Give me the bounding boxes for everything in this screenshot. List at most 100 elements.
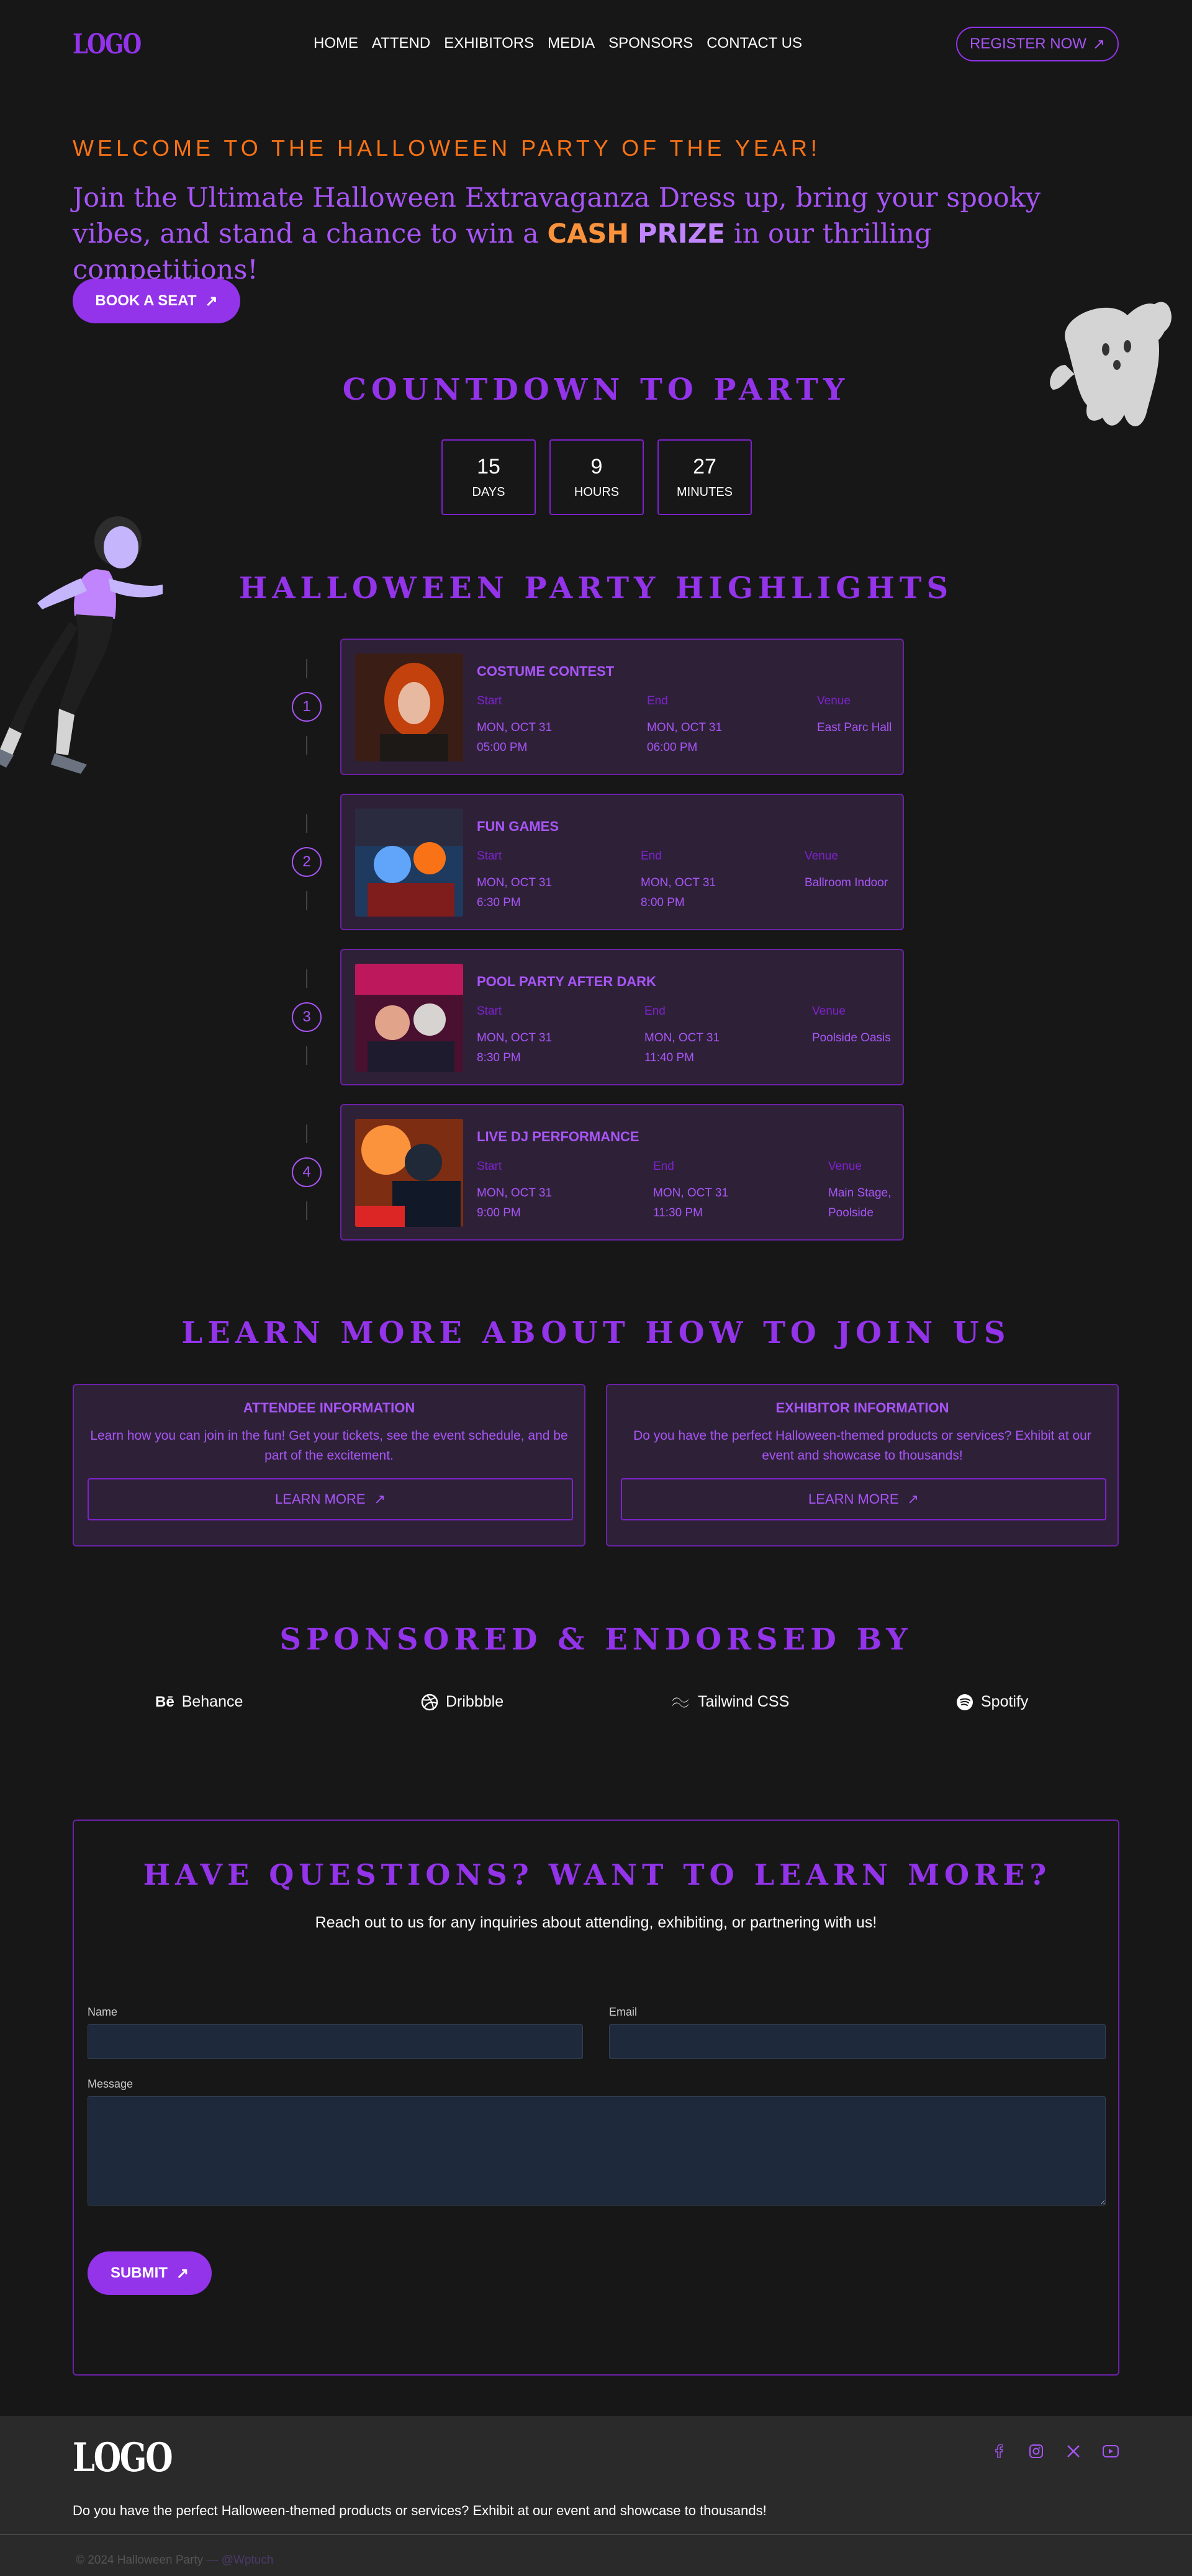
- nav-contact-us[interactable]: CONTACT US: [707, 35, 802, 52]
- start-date: MON, OCT 31: [477, 1031, 553, 1044]
- sponsor-behance[interactable]: Bē Behance: [155, 1693, 243, 1711]
- event-card[interactable]: POOL PARTY AFTER DARK Start MON, OCT 31 …: [340, 949, 904, 1085]
- timeline-line: [306, 736, 307, 755]
- x-icon[interactable]: [1065, 2443, 1081, 2459]
- countdown-title: COUNTDOWN TO PARTY: [342, 372, 850, 407]
- email-label: Email: [609, 2006, 638, 2018]
- end-label: End: [641, 850, 662, 863]
- venue-value: East Parc Hall: [817, 721, 892, 734]
- venue-label: Venue: [812, 1005, 846, 1018]
- end-time: 11:30 PM: [653, 1206, 703, 1219]
- event-photo: [355, 964, 463, 1072]
- facebook-icon[interactable]: [991, 2443, 1007, 2459]
- event-end: End MON, OCT 31 11:30 PM: [653, 1160, 728, 1223]
- tailwind-icon: [672, 1697, 689, 1707]
- end-label: End: [644, 1005, 666, 1018]
- event-start: Start MON, OCT 31 6:30 PM: [477, 850, 552, 913]
- event-title: FUN GAMES: [477, 819, 559, 834]
- venue-value: Ballroom Indoor: [805, 876, 888, 889]
- attendee-info-card: ATTENDEE INFORMATION Learn how you can j…: [73, 1384, 585, 1546]
- countdown: 15 DAYS 9 HOURS 27 MINUTES: [441, 439, 752, 515]
- hours-value: 9: [590, 455, 603, 478]
- learn-more-label: LEARN MORE: [808, 1491, 899, 1507]
- start-date: MON, OCT 31: [477, 1187, 553, 1200]
- zombie-girl-illustration: [0, 516, 163, 774]
- register-now-label: REGISTER NOW: [969, 35, 1086, 52]
- footer-divider: [0, 2534, 1192, 2535]
- start-label: Start: [477, 850, 502, 863]
- end-date: MON, OCT 31: [647, 721, 723, 734]
- event-start: Start MON, OCT 31 8:30 PM: [477, 1005, 552, 1068]
- nav-attend[interactable]: ATTEND: [372, 35, 430, 52]
- end-date: MON, OCT 31: [644, 1031, 720, 1044]
- event-photo: [355, 1119, 463, 1227]
- ghost-illustration: [1050, 302, 1172, 426]
- end-time: 06:00 PM: [647, 741, 698, 754]
- event-venue: Venue East Parc Hall: [817, 694, 898, 738]
- register-now-button[interactable]: REGISTER NOW ↗: [956, 27, 1119, 61]
- timeline-node: 3: [292, 1002, 322, 1032]
- timeline-line: [306, 659, 307, 678]
- event-end: End MON, OCT 31 8:00 PM: [641, 850, 716, 913]
- event-venue: Venue Main Stage, Poolside: [828, 1160, 896, 1223]
- instagram-icon[interactable]: [1028, 2443, 1044, 2459]
- sponsor-tailwind[interactable]: Tailwind CSS: [670, 1693, 789, 1711]
- nav-sponsors[interactable]: SPONSORS: [608, 35, 693, 52]
- timeline-line: [306, 891, 307, 910]
- event-start: Start MON, OCT 31 9:00 PM: [477, 1160, 552, 1223]
- submit-button[interactable]: SUBMIT ↗: [88, 2251, 212, 2295]
- nav-home[interactable]: HOME: [314, 35, 358, 52]
- venue-value: Poolside Oasis: [812, 1031, 891, 1044]
- timeline-line: [306, 969, 307, 988]
- nav-media[interactable]: MEDIA: [548, 35, 595, 52]
- arrow-up-right-icon: ↗: [907, 1491, 919, 1507]
- attendee-learn-more-button[interactable]: LEARN MORE ↗: [88, 1478, 573, 1520]
- brand-link[interactable]: — @Wptuch: [206, 2554, 273, 2567]
- start-date: MON, OCT 31: [477, 876, 553, 889]
- start-date: MON, OCT 31: [477, 721, 553, 734]
- highlights-title: HALLOWEEN PARTY HIGHLIGHTS: [238, 571, 954, 606]
- copyright-text: © 2024 Halloween Party: [76, 2554, 204, 2567]
- logo[interactable]: LOGO: [73, 29, 142, 60]
- start-label: Start: [477, 1160, 502, 1173]
- nav-exhibitors[interactable]: EXHIBITORS: [444, 35, 534, 52]
- name-label: Name: [88, 2006, 118, 2018]
- end-label: End: [647, 694, 668, 707]
- message-field[interactable]: [88, 2096, 1106, 2206]
- days-label: DAYS: [472, 485, 505, 499]
- submit-label: SUBMIT: [110, 2264, 168, 2281]
- event-title: LIVE DJ PERFORMANCE: [477, 1129, 639, 1144]
- exhibitor-learn-more-button[interactable]: LEARN MORE ↗: [621, 1478, 1106, 1520]
- timeline-line: [306, 1124, 307, 1143]
- book-a-seat-button[interactable]: BOOK A SEAT ↗: [73, 279, 240, 323]
- event-card[interactable]: COSTUME CONTEST Start MON, OCT 31 05:00 …: [340, 639, 904, 775]
- behance-icon: Bē: [155, 1693, 174, 1710]
- sponsor-name: Spotify: [981, 1693, 1029, 1710]
- sponsors-title: SPONSORED & ENDORSED BY: [279, 1622, 913, 1657]
- sponsor-dribbble[interactable]: Dribbble: [421, 1693, 503, 1711]
- sponsor-spotify[interactable]: Spotify: [956, 1693, 1028, 1711]
- event-end: End MON, OCT 31 06:00 PM: [647, 694, 722, 758]
- learn-more-label: LEARN MORE: [275, 1491, 366, 1507]
- timeline-line: [306, 814, 307, 833]
- event-venue: Venue Ballroom Indoor: [805, 850, 898, 893]
- footer-description: Do you have the perfect Halloween-themed…: [73, 2503, 767, 2518]
- start-label: Start: [477, 1005, 502, 1018]
- start-time: 05:00 PM: [477, 741, 528, 754]
- start-time: 9:00 PM: [477, 1206, 521, 1219]
- youtube-icon[interactable]: [1103, 2443, 1119, 2459]
- end-label: End: [653, 1160, 674, 1173]
- contact-section: HAVE QUESTIONS? WANT TO LEARN MORE? Reac…: [73, 1820, 1119, 2376]
- spotify-icon: [957, 1694, 973, 1710]
- event-card[interactable]: FUN GAMES Start MON, OCT 31 6:30 PM End …: [340, 794, 904, 930]
- venue-value: Main Stage, Poolside: [828, 1187, 892, 1219]
- cash-word: CASH: [547, 218, 630, 249]
- welcome-heading: WELCOME TO THE HALLOWEEN PARTY OF THE YE…: [73, 135, 821, 161]
- footer-logo[interactable]: LOGO: [73, 2435, 173, 2481]
- hours-label: HOURS: [574, 485, 620, 499]
- event-card[interactable]: LIVE DJ PERFORMANCE Start MON, OCT 31 9:…: [340, 1104, 904, 1241]
- name-field[interactable]: [88, 2024, 583, 2059]
- site-footer: LOGO Do you have the perfect Halloween-t…: [0, 2416, 1192, 2576]
- email-field[interactable]: [609, 2024, 1106, 2059]
- minutes-label: MINUTES: [677, 485, 733, 499]
